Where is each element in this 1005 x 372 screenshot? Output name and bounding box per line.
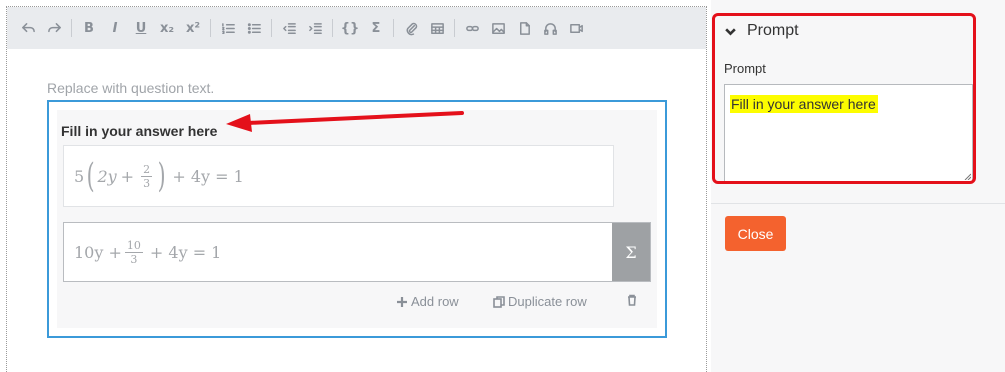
italic-button[interactable]: I [104, 17, 126, 39]
close-button[interactable]: Close [725, 216, 786, 251]
underline-button[interactable]: U [130, 17, 152, 39]
math-row-2-input[interactable]: 10y + 10 3 + 4y = 1 Σ [63, 222, 651, 282]
question-editor: B I U x₂ x² {} Σ Replace with question t… [6, 6, 707, 372]
bold-button[interactable]: B [78, 17, 100, 39]
bullet-list-icon[interactable] [243, 17, 265, 39]
copy-icon [493, 295, 505, 308]
toolbar-divider [210, 19, 211, 37]
toolbar-divider [271, 19, 272, 37]
indent-icon[interactable] [304, 17, 326, 39]
prompt-section-title: Prompt [747, 22, 799, 39]
superscript-button[interactable]: x² [182, 17, 204, 39]
delete-row-button[interactable] [626, 294, 641, 306]
math-expression-1: 5 ( 2y + 2 3 ) + 4y = 1 [74, 146, 244, 206]
prompt-textarea[interactable]: Fill in your answer here [724, 84, 973, 182]
add-row-label: Add row [411, 294, 459, 309]
math-coefficient: 5 [74, 166, 85, 186]
add-row-button[interactable]: Add row [396, 294, 459, 309]
table-icon[interactable] [426, 17, 448, 39]
prompt-section-toggle[interactable]: Prompt [724, 22, 799, 40]
toolbar-divider [332, 19, 333, 37]
redo-icon[interactable] [43, 17, 65, 39]
math-term: 2y [97, 166, 117, 186]
fraction-numerator: 2 [141, 162, 153, 177]
toolbar-divider [71, 19, 72, 37]
fraction-denominator: 3 [130, 252, 138, 266]
video-icon[interactable] [565, 17, 587, 39]
math-fraction: 10 3 [124, 238, 143, 266]
panel-divider [711, 203, 1005, 204]
prompt-field-label: Prompt [724, 61, 766, 76]
math-operator: + [120, 166, 135, 186]
chevron-down-icon [725, 27, 736, 36]
undo-icon[interactable] [17, 17, 39, 39]
fraction-denominator: 3 [143, 176, 151, 190]
ordered-list-icon[interactable] [217, 17, 239, 39]
math-sum-button[interactable]: Σ [365, 17, 387, 39]
fill-in-question-block[interactable]: Fill in your answer here 5 ( 2y + 2 3 ) … [47, 100, 667, 338]
math-lead: 10y + [74, 242, 122, 262]
duplicate-row-button[interactable]: Duplicate row [493, 294, 587, 309]
fraction-numerator: 10 [124, 238, 143, 253]
link-icon[interactable] [461, 17, 483, 39]
math-tail: + 4y = 1 [172, 166, 244, 186]
math-keyboard-button[interactable]: Σ [612, 223, 650, 281]
pdf-icon[interactable] [513, 17, 535, 39]
image-icon[interactable] [487, 17, 509, 39]
resize-handle-icon[interactable] [963, 172, 971, 180]
outdent-icon[interactable] [278, 17, 300, 39]
right-paren: ) [157, 156, 166, 196]
toolbar-divider [454, 19, 455, 37]
math-fraction: 2 3 [141, 162, 153, 190]
code-button[interactable]: {} [339, 17, 361, 39]
math-tail: + 4y = 1 [149, 242, 222, 262]
plus-icon [397, 296, 407, 307]
math-expression-2: 10y + 10 3 + 4y = 1 [74, 223, 221, 281]
editor-toolbar: B I U x₂ x² {} Σ [7, 7, 706, 49]
duplicate-row-label: Duplicate row [508, 294, 587, 309]
headphones-icon[interactable] [539, 17, 561, 39]
question-prompt-title: Fill in your answer here [61, 123, 218, 139]
left-paren: ( [86, 156, 95, 196]
paperclip-icon[interactable] [400, 17, 422, 39]
trash-icon [628, 294, 636, 306]
subscript-button[interactable]: x₂ [156, 17, 178, 39]
question-text-placeholder[interactable]: Replace with question text. [47, 80, 214, 96]
toolbar-divider [393, 19, 394, 37]
settings-panel: Prompt Prompt Fill in your answer here C… [711, 0, 1005, 372]
math-row-1[interactable]: 5 ( 2y + 2 3 ) + 4y = 1 [63, 145, 614, 207]
prompt-textarea-value: Fill in your answer here [730, 95, 878, 113]
